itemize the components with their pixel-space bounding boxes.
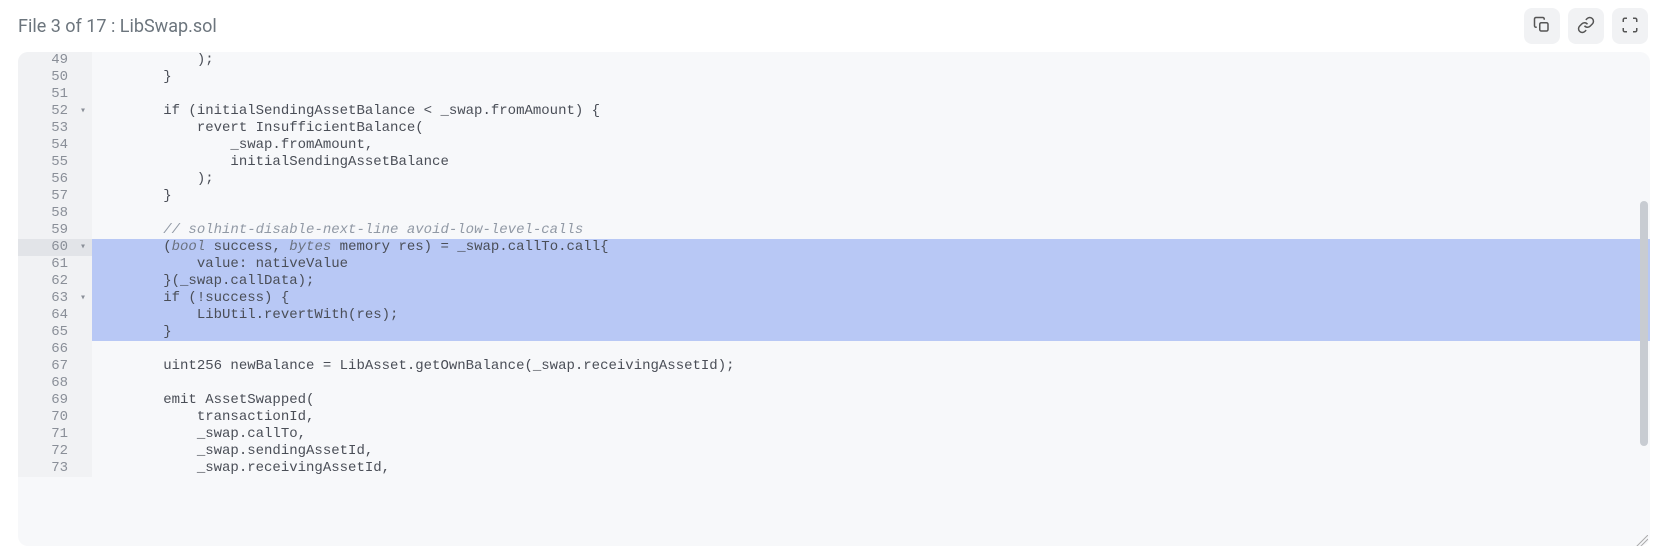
fold-spacer [74, 460, 92, 477]
line-number[interactable]: 67 [18, 358, 74, 375]
line-number[interactable]: 60 [18, 239, 74, 256]
code-line[interactable]: // solhint-disable-next-line avoid-low-l… [92, 222, 1650, 239]
scrollbar-thumb[interactable] [1640, 201, 1648, 446]
fold-column[interactable]: ▾ ▾ ▾ [74, 52, 92, 477]
line-number-gutter[interactable]: 4950515253545556575859606162636465666768… [18, 52, 74, 477]
line-number[interactable]: 66 [18, 341, 74, 358]
line-number[interactable]: 54 [18, 137, 74, 154]
file-header: File 3 of 17 : LibSwap.sol [0, 0, 1668, 52]
code-line[interactable]: }(_swap.callData); [92, 273, 1650, 290]
code-line[interactable] [92, 341, 1650, 358]
code-line[interactable]: (bool success, bytes memory res) = _swap… [92, 239, 1650, 256]
link-button[interactable] [1568, 8, 1604, 44]
expand-icon [1621, 16, 1639, 37]
code-line[interactable]: ); [92, 52, 1650, 69]
code-line[interactable] [92, 86, 1650, 103]
code-line[interactable]: LibUtil.revertWith(res); [92, 307, 1650, 324]
expand-button[interactable] [1612, 8, 1648, 44]
file-title: File 3 of 17 : LibSwap.sol [18, 16, 217, 37]
line-number[interactable]: 62 [18, 273, 74, 290]
code-line[interactable]: _swap.callTo, [92, 426, 1650, 443]
fold-spacer [74, 52, 92, 69]
line-number[interactable]: 57 [18, 188, 74, 205]
code-line[interactable] [92, 375, 1650, 392]
line-number[interactable]: 55 [18, 154, 74, 171]
line-number[interactable]: 61 [18, 256, 74, 273]
fold-spacer [74, 86, 92, 103]
fold-spacer [74, 273, 92, 290]
line-number[interactable]: 50 [18, 69, 74, 86]
code-line[interactable]: ); [92, 171, 1650, 188]
code-line[interactable]: uint256 newBalance = LibAsset.getOwnBala… [92, 358, 1650, 375]
code-line[interactable]: transactionId, [92, 409, 1650, 426]
line-number[interactable]: 59 [18, 222, 74, 239]
vertical-scrollbar[interactable] [1638, 54, 1648, 544]
fold-toggle-icon[interactable]: ▾ [74, 103, 92, 120]
fold-spacer [74, 409, 92, 426]
line-number[interactable]: 69 [18, 392, 74, 409]
line-number[interactable]: 70 [18, 409, 74, 426]
fold-spacer [74, 307, 92, 324]
fold-spacer [74, 120, 92, 137]
code-line[interactable]: } [92, 69, 1650, 86]
copy-icon [1533, 16, 1551, 37]
line-number[interactable]: 68 [18, 375, 74, 392]
code-line[interactable] [92, 205, 1650, 222]
code-line[interactable]: emit AssetSwapped( [92, 392, 1650, 409]
code-line[interactable]: _swap.receivingAssetId, [92, 460, 1650, 477]
line-number[interactable]: 73 [18, 460, 74, 477]
code-line[interactable]: value: nativeValue [92, 256, 1650, 273]
fold-spacer [74, 205, 92, 222]
line-number[interactable]: 51 [18, 86, 74, 103]
code-line[interactable]: if (initialSendingAssetBalance < _swap.f… [92, 103, 1650, 120]
fold-spacer [74, 426, 92, 443]
fold-spacer [74, 69, 92, 86]
line-number[interactable]: 63 [18, 290, 74, 307]
fold-toggle-icon[interactable]: ▾ [74, 290, 92, 307]
line-number[interactable]: 52 [18, 103, 74, 120]
code-line[interactable]: if (!success) { [92, 290, 1650, 307]
fold-spacer [74, 392, 92, 409]
fold-spacer [74, 188, 92, 205]
copy-button[interactable] [1524, 8, 1560, 44]
fold-spacer [74, 154, 92, 171]
code-editor[interactable]: 4950515253545556575859606162636465666768… [18, 52, 1650, 546]
fold-spacer [74, 222, 92, 239]
fold-spacer [74, 137, 92, 154]
fold-spacer [74, 341, 92, 358]
resize-handle[interactable] [1636, 532, 1648, 544]
line-number[interactable]: 56 [18, 171, 74, 188]
fold-spacer [74, 375, 92, 392]
code-content[interactable]: ); } if (initialSendingAssetBalance < _s… [92, 52, 1650, 477]
code-line[interactable]: _swap.fromAmount, [92, 137, 1650, 154]
line-number[interactable]: 65 [18, 324, 74, 341]
fold-spacer [74, 324, 92, 341]
fold-spacer [74, 443, 92, 460]
line-number[interactable]: 58 [18, 205, 74, 222]
fold-spacer [74, 171, 92, 188]
fold-toggle-icon[interactable]: ▾ [74, 239, 92, 256]
line-number[interactable]: 71 [18, 426, 74, 443]
line-number[interactable]: 49 [18, 52, 74, 69]
toolbar [1524, 8, 1648, 44]
line-number[interactable]: 53 [18, 120, 74, 137]
code-line[interactable]: initialSendingAssetBalance [92, 154, 1650, 171]
code-line[interactable]: } [92, 188, 1650, 205]
fold-spacer [74, 358, 92, 375]
fold-spacer [74, 256, 92, 273]
code-line[interactable]: } [92, 324, 1650, 341]
line-number[interactable]: 72 [18, 443, 74, 460]
line-number[interactable]: 64 [18, 307, 74, 324]
code-line[interactable]: _swap.sendingAssetId, [92, 443, 1650, 460]
code-line[interactable]: revert InsufficientBalance( [92, 120, 1650, 137]
link-icon [1577, 16, 1595, 37]
